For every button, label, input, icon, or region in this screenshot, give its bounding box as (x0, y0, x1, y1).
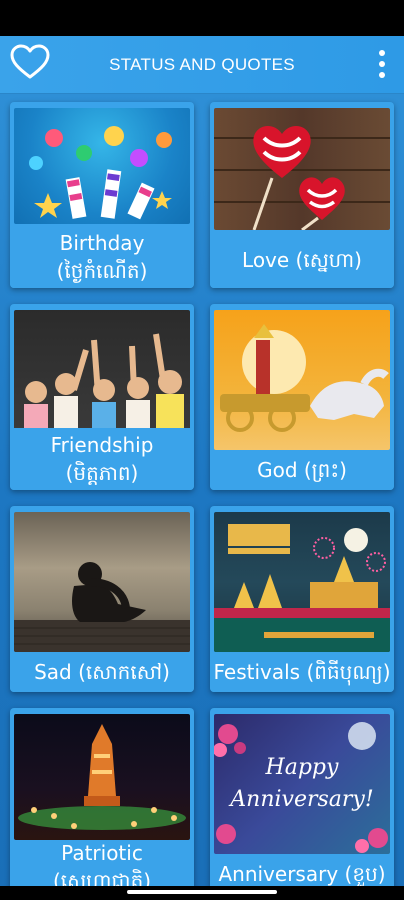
patriotic-image (14, 714, 190, 840)
category-label: Love (ស្នេហា) (210, 232, 394, 288)
category-label: Birthday (ថ្ងៃកំណើត) (10, 226, 194, 288)
category-card-birthday[interactable]: Birthday (ថ្ងៃកំណើត) (10, 102, 194, 288)
overflow-menu-button[interactable] (374, 46, 390, 82)
anniversary-image: Happy Anniversary! (214, 714, 390, 854)
category-card-sad[interactable]: Sad (សោកសៅ) (10, 506, 194, 692)
system-navigation-bar (0, 886, 404, 900)
category-card-anniversary[interactable]: Happy Anniversary! Anniversary (ខួប) (210, 708, 394, 886)
category-card-festivals[interactable]: Festivals (ពិធីបុណ្យ) (210, 506, 394, 692)
category-label: Patriotic (ស្នេហាជាតិ) (10, 840, 194, 886)
sad-image (14, 512, 190, 652)
favorites-button[interactable] (8, 44, 52, 84)
app-title: STATUS AND QUOTES (109, 54, 295, 74)
category-card-patriotic[interactable]: Patriotic (ស្នេហាជាតិ) (10, 708, 194, 886)
birthday-image (14, 108, 190, 224)
category-label: Festivals (ពិធីបុណ្យ) (210, 652, 394, 692)
love-image (214, 108, 390, 230)
category-label: Friendship (មិត្តភាព) (10, 428, 194, 490)
category-label: Anniversary (ខួប) (210, 854, 394, 886)
festivals-image (214, 512, 390, 652)
category-grid: Birthday (ថ្ងៃកំណើត) Love (ស្នេហា) Frien… (0, 94, 404, 886)
app-bar: STATUS AND QUOTES (0, 36, 404, 94)
category-card-love[interactable]: Love (ស្នេហា) (210, 102, 394, 288)
friendship-image (14, 310, 190, 432)
more-vertical-icon (379, 50, 385, 78)
category-card-friendship[interactable]: Friendship (មិត្តភាព) (10, 304, 194, 490)
anniversary-happy-text: Happy (265, 755, 339, 780)
category-label: Sad (សោកសៅ) (10, 652, 194, 692)
status-bar (0, 0, 404, 36)
anniversary-word-text: Anniversary! (228, 787, 373, 812)
category-card-god[interactable]: God (ព្រះ) (210, 304, 394, 490)
heart-outline-icon (10, 44, 50, 84)
god-image (214, 310, 390, 450)
category-label: God (ព្រះ) (210, 450, 394, 490)
home-gesture-handle[interactable] (127, 890, 277, 894)
